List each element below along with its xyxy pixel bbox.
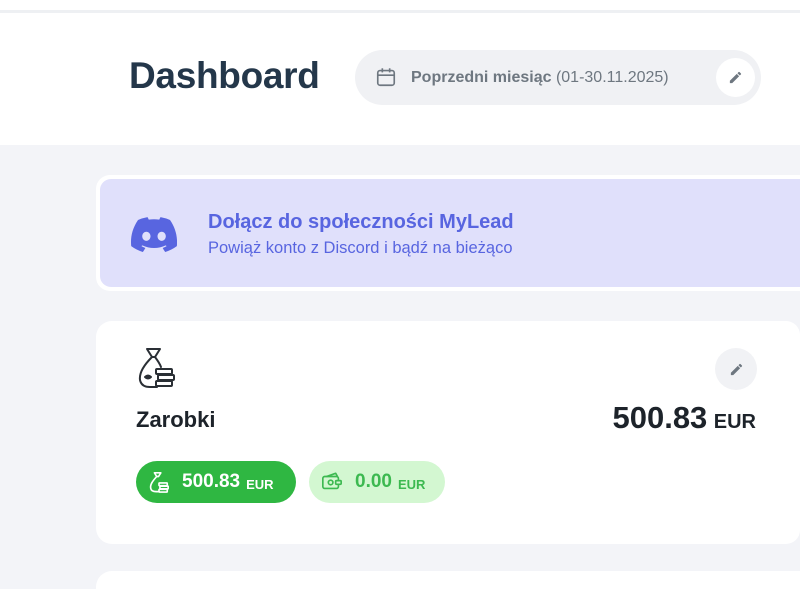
calendar-icon	[376, 68, 396, 87]
date-range-text: Poprzedni miesiąc (01-30.11.2025)	[411, 69, 669, 87]
earnings-edit-button[interactable]	[715, 348, 757, 390]
earnings-card: Zarobki 500.83 EUR 500.83 EUR 0.00 EUR	[96, 321, 800, 544]
discord-banner-subtitle: Powiąż konto z Discord i bądź na bieżąco	[208, 239, 513, 257]
earnings-total-currency: EUR	[713, 411, 756, 433]
wallet-cash-icon	[322, 472, 342, 490]
badge-pending-currency: EUR	[397, 476, 426, 492]
money-bag-icon	[138, 348, 175, 388]
date-range-label: Poprzedni miesiąc	[411, 69, 552, 86]
next-card-partial	[96, 571, 800, 589]
badge-confirmed-value: 500.83	[182, 471, 241, 492]
discord-banner[interactable]: Dołącz do społeczności MyLead Powiąż kon…	[96, 175, 800, 291]
money-bag-icon	[149, 472, 169, 493]
date-edit-button[interactable]	[716, 58, 755, 97]
header-divider	[0, 10, 800, 13]
discord-banner-body: Dołącz do społeczności MyLead Powiąż kon…	[100, 179, 800, 287]
badge-confirmed-currency: EUR	[246, 476, 274, 492]
earnings-confirmed-badge: 500.83 EUR	[136, 461, 296, 503]
pencil-icon	[730, 363, 742, 375]
discord-icon	[131, 217, 177, 252]
discord-banner-title: Dołącz do społeczności MyLead	[208, 211, 514, 233]
date-range-dates: (01-30.11.2025)	[555, 69, 669, 86]
pencil-icon	[729, 71, 742, 84]
date-range-selector[interactable]: Poprzedni miesiąc (01-30.11.2025)	[355, 50, 761, 105]
earnings-label: Zarobki	[136, 407, 216, 432]
badge-pending-value: 0.00	[355, 471, 392, 492]
earnings-pending-badge: 0.00 EUR	[309, 461, 445, 503]
page-title: Dashboard	[129, 55, 320, 96]
earnings-total: 500.83 EUR	[612, 400, 756, 436]
top-header: Dashboard Poprzedni miesiąc (01-30.11.20…	[0, 0, 800, 145]
earnings-total-value: 500.83	[612, 400, 708, 435]
